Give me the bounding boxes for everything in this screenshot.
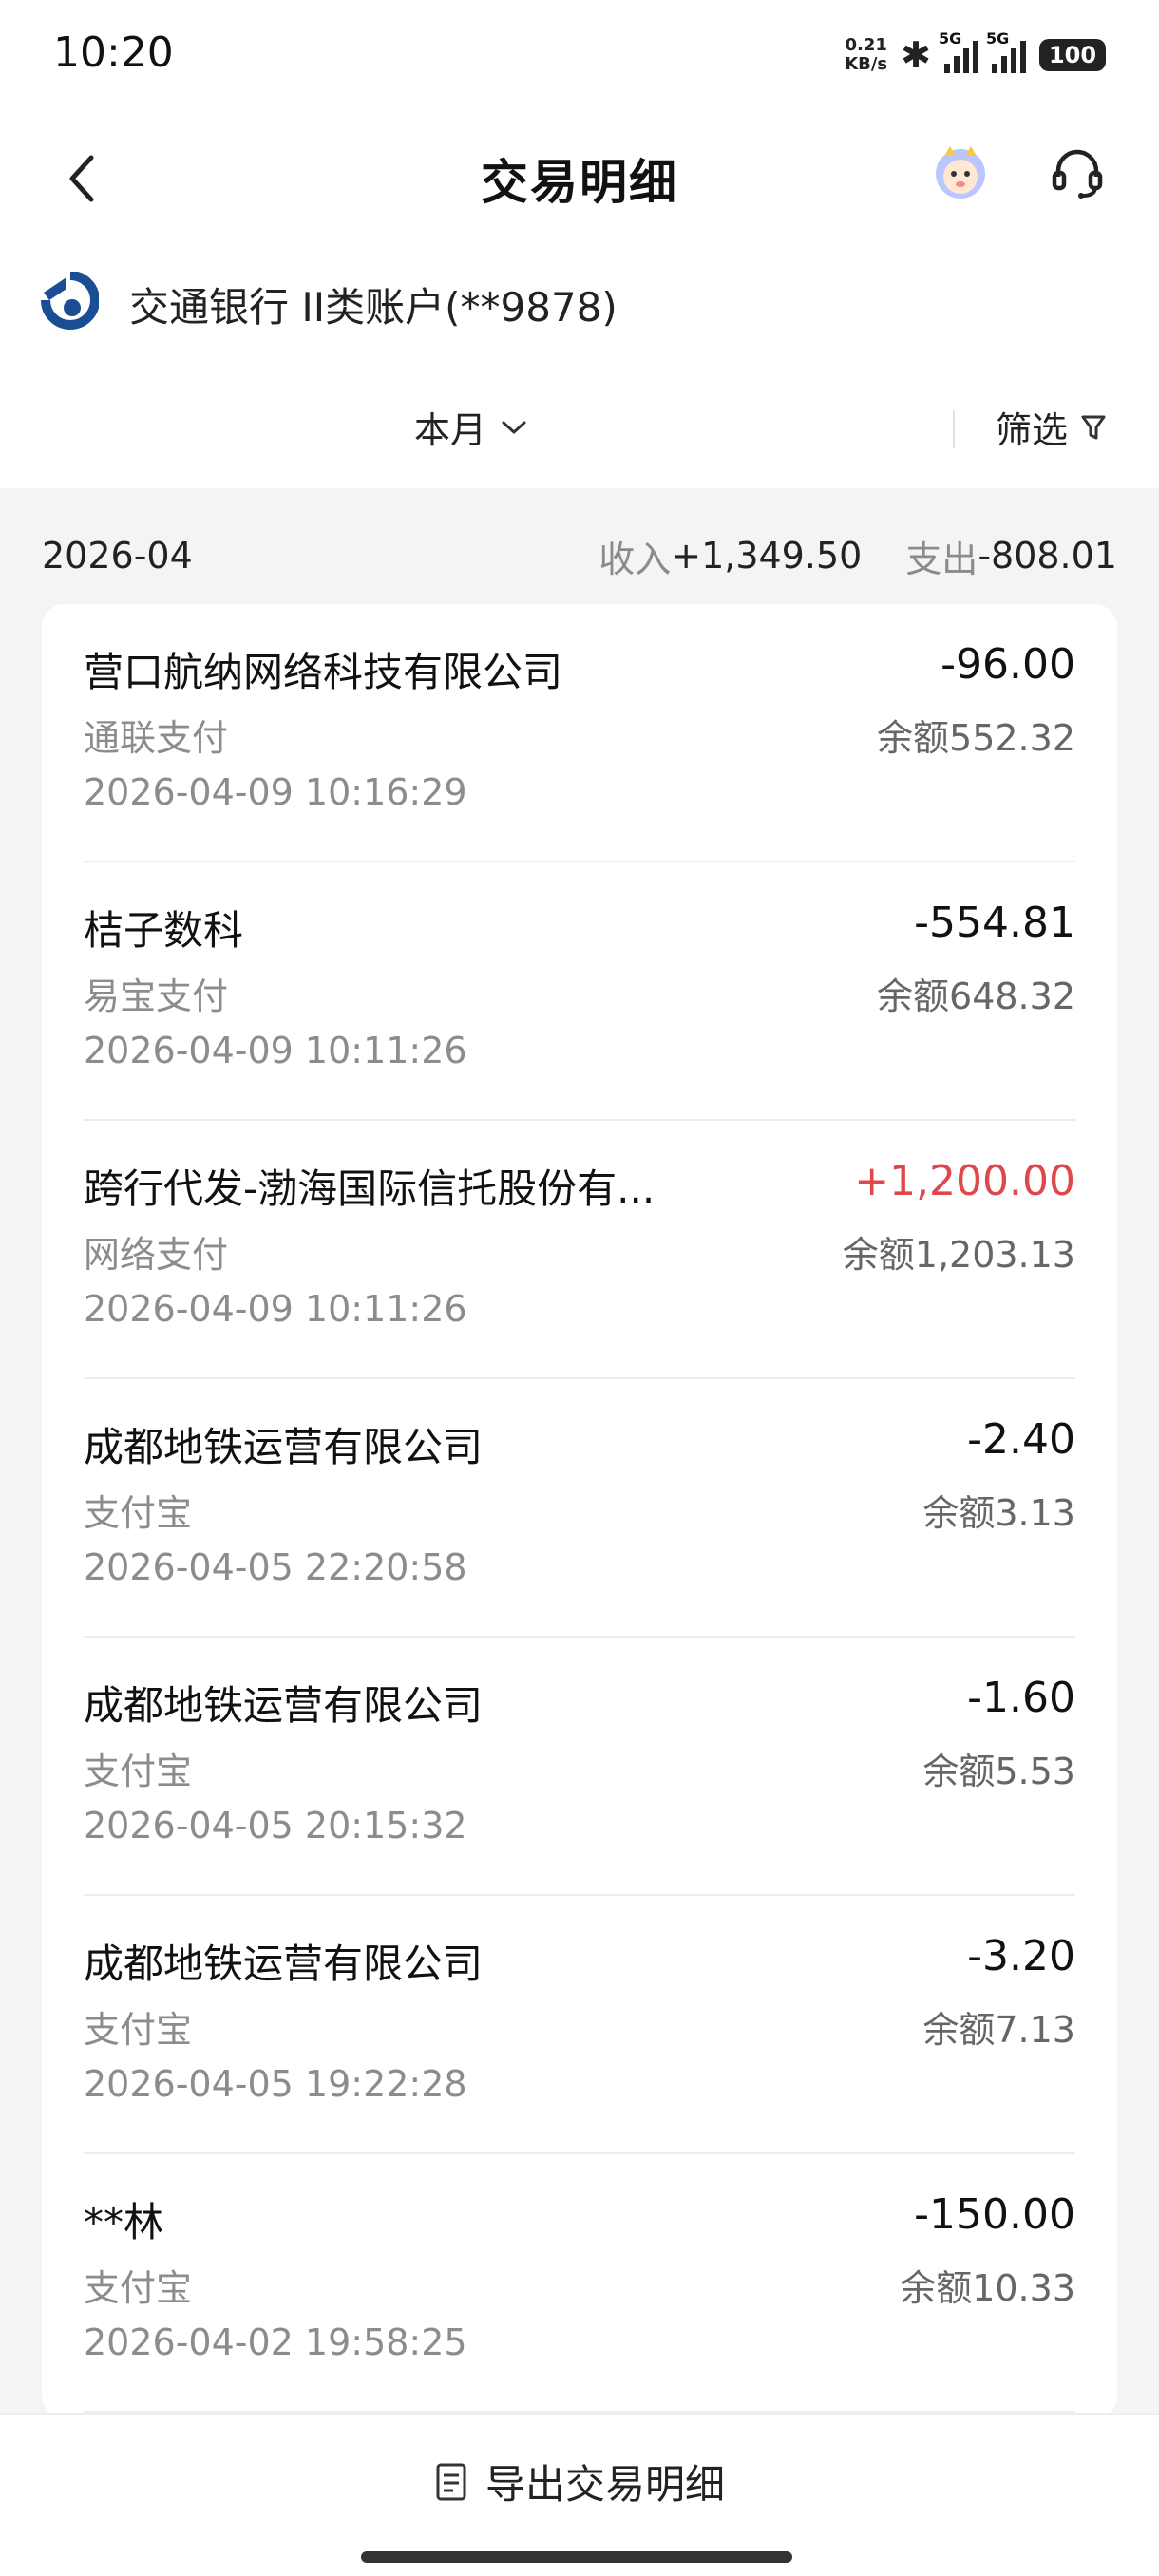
transaction-time: 2026-04-09 10:11:26 [84, 1030, 467, 1071]
customer-service-icon[interactable] [1047, 142, 1108, 203]
income-key: 收入 [598, 538, 672, 580]
transaction-amount: +1,200.00 [854, 1157, 1075, 1205]
transaction-time: 2026-04-02 19:58:25 [84, 2321, 467, 2363]
transaction-channel: 支付宝 [84, 2267, 193, 2309]
income-total: +1,349.50 [671, 535, 863, 577]
network-speed-unit: KB/s [845, 54, 888, 74]
status-bar: 10:20 0.21 KB/s ✱ 5G 5G 100 [0, 0, 1159, 114]
transaction-time: 2026-04-05 20:15:32 [84, 1805, 467, 1847]
transaction-row[interactable]: 营口航纳网络科技有限公司 通联支付 2026-04-09 10:16:29 -9… [84, 604, 1075, 862]
status-time: 10:20 [53, 28, 174, 77]
transaction-row[interactable]: 成都地铁运营有限公司 支付宝 2026-04-05 19:22:28 -3.20… [84, 1896, 1075, 2154]
month-summary: 2026-04 收入 +1,349.50 支出 -808.01 [42, 527, 1117, 584]
transaction-title: 营口航纳网络科技有限公司 [84, 649, 563, 695]
export-transactions-button[interactable]: 导出交易明细 [0, 2453, 1159, 2510]
app-header: 交易明细 [0, 114, 1159, 237]
transaction-channel: 易宝支付 [84, 975, 229, 1017]
expense-total: -808.01 [978, 535, 1117, 577]
chevron-down-icon [502, 421, 526, 433]
transaction-title: 跨行代发-渤海国际信托股份有... [84, 1165, 656, 1212]
transaction-balance: 余额7.13 [922, 2009, 1075, 2051]
transaction-row[interactable]: 成都地铁运营有限公司 支付宝 2026-04-05 20:15:32 -1.60… [84, 1638, 1075, 1896]
transaction-row[interactable]: 跨行代发-渤海国际信托股份有... 网络支付 2026-04-09 10:11:… [84, 1121, 1075, 1379]
transaction-title: 桔子数科 [84, 907, 244, 954]
transaction-channel: 支付宝 [84, 1751, 193, 1792]
transaction-balance: 余额10.33 [900, 2267, 1075, 2309]
expense-key: 支出 [905, 538, 978, 580]
transaction-balance: 余额552.32 [877, 717, 1075, 759]
export-label: 导出交易明细 [484, 2461, 725, 2508]
signal-icon: 5G [939, 29, 978, 73]
transaction-time: 2026-04-05 22:20:58 [84, 1546, 467, 1588]
transaction-balance: 余额5.53 [922, 1751, 1075, 1792]
bank-logo-icon [41, 272, 99, 330]
transaction-title: 成都地铁运营有限公司 [84, 1424, 484, 1470]
month-label: 2026-04 [42, 535, 193, 577]
transaction-title: 成都地铁运营有限公司 [84, 1682, 484, 1729]
transaction-list: 营口航纳网络科技有限公司 通联支付 2026-04-09 10:16:29 -9… [42, 604, 1117, 2418]
period-label: 本月 [414, 409, 487, 451]
document-icon [436, 2463, 466, 2500]
transaction-balance: 余额1,203.13 [842, 1234, 1075, 1276]
month-totals: 收入 +1,349.50 支出 -808.01 [598, 530, 1117, 582]
bottom-bar: 导出交易明细 [0, 2413, 1159, 2576]
transaction-row[interactable]: 桔子数科 易宝支付 2026-04-09 10:11:26 -554.81 余额… [84, 862, 1075, 1121]
network-speed: 0.21 KB/s [845, 36, 887, 74]
transaction-row[interactable]: **林 支付宝 2026-04-02 19:58:25 -150.00 余额10… [84, 2154, 1075, 2413]
transaction-channel: 支付宝 [84, 2009, 193, 2051]
transaction-time: 2026-04-09 10:16:29 [84, 771, 467, 813]
transaction-amount: -1.60 [967, 1674, 1075, 1722]
transaction-amount: -150.00 [914, 2190, 1075, 2239]
transaction-time: 2026-04-09 10:11:26 [84, 1288, 467, 1330]
transaction-balance: 余额648.32 [877, 975, 1075, 1017]
transaction-row[interactable]: 成都地铁运营有限公司 支付宝 2026-04-05 22:20:58 -2.40… [84, 1379, 1075, 1638]
bluetooth-icon: ✱ [901, 34, 931, 76]
transaction-channel: 网络支付 [84, 1234, 229, 1276]
signal-label: 5G [939, 29, 962, 47]
transaction-balance: 余额3.13 [922, 1492, 1075, 1534]
transaction-amount: -96.00 [940, 640, 1075, 689]
status-indicators: 0.21 KB/s ✱ 5G 5G 100 [845, 28, 1106, 82]
transaction-details-page: 10:20 0.21 KB/s ✱ 5G 5G 100 交易明细 交通银行 II… [0, 0, 1159, 2576]
transaction-amount: -3.20 [967, 1932, 1075, 1980]
transaction-title: **林 [84, 2199, 164, 2245]
transaction-amount: -2.40 [967, 1415, 1075, 1464]
period-dropdown[interactable]: 本月 [414, 401, 528, 453]
home-indicator[interactable] [361, 2551, 792, 2563]
account-name: 交通银行 II类账户(**9878) [129, 284, 618, 331]
mascot-icon[interactable] [931, 142, 990, 201]
filter-label: 筛选 [996, 409, 1069, 451]
filter-button[interactable]: 筛选 [996, 401, 1108, 453]
filter-divider [953, 410, 955, 448]
transaction-amount: -554.81 [914, 899, 1075, 947]
filter-bar: 本月 筛选 [0, 361, 1159, 488]
account-row[interactable]: 交通银行 II类账户(**9878) [0, 237, 1159, 361]
transaction-channel: 通联支付 [84, 717, 229, 759]
transaction-title: 成都地铁运营有限公司 [84, 1941, 484, 1987]
battery-icon: 100 [1039, 39, 1106, 71]
transaction-time: 2026-04-05 19:22:28 [84, 2063, 467, 2105]
signal-icon: 5G [986, 29, 1026, 73]
funnel-icon [1081, 415, 1106, 439]
network-speed-value: 0.21 [845, 35, 887, 55]
signal-label: 5G [986, 29, 1010, 47]
transaction-channel: 支付宝 [84, 1492, 193, 1534]
